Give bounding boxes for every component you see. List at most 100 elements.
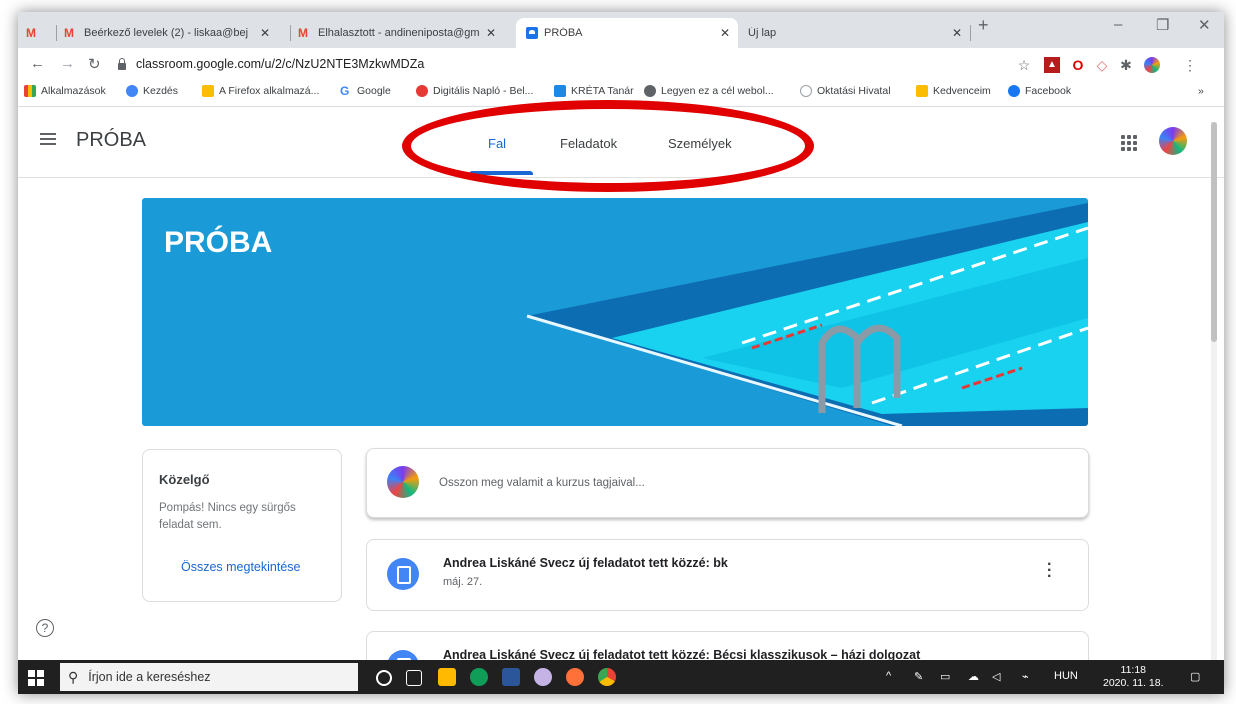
kreta-icon — [554, 85, 566, 97]
bookmark-label: Google — [357, 85, 391, 97]
forward-icon[interactable]: → — [60, 55, 75, 72]
task-view-icon[interactable] — [406, 670, 422, 686]
bookmark-oktatasi-hivatal[interactable]: Oktatási Hivatal — [800, 85, 891, 97]
tab-title: Új lap — [748, 27, 777, 39]
file-explorer-icon[interactable] — [438, 668, 456, 686]
back-icon[interactable]: ← — [30, 55, 45, 72]
bookmark-google[interactable]: G Google — [340, 85, 391, 97]
word-icon[interactable] — [502, 668, 520, 686]
share-placeholder: Osszon meg valamit a kurzus tagjaival... — [439, 477, 645, 489]
taskbar-search[interactable]: ⚲ Írjon ide a kereséshez — [60, 663, 358, 691]
close-icon[interactable]: ✕ — [260, 26, 270, 40]
tab-classroom[interactable]: PRÓBA ✕ — [516, 18, 738, 48]
windows-taskbar: ⚲ Írjon ide a kereséshez ^ ✎ ▭ ☁ ◁ ⌁ HUN… — [18, 660, 1224, 694]
google-icon: G — [340, 84, 350, 98]
chrome-taskbar-icon[interactable] — [598, 668, 616, 686]
facebook-icon — [1008, 85, 1020, 97]
bookmark-kezdes[interactable]: Kezdés — [126, 85, 178, 97]
gmail-icon: M — [64, 25, 74, 40]
user-avatar — [387, 466, 419, 498]
bookmark-naplo[interactable]: Digitális Napló - Bel... — [416, 85, 533, 97]
page-scrollbar[interactable] — [1211, 122, 1217, 682]
help-icon[interactable]: ? — [36, 619, 54, 637]
pdf-extension-icon[interactable]: ▲ — [1044, 57, 1060, 73]
address-bar[interactable]: classroom.google.com/u/2/c/NzU2NTE3MzkwM… — [118, 52, 1008, 76]
tray-chevron-icon[interactable]: ^ — [886, 670, 891, 682]
class-title[interactable]: PRÓBA — [76, 129, 146, 152]
upcoming-card: Közelgő Pompás! Nincs egy sürgős feladat… — [142, 449, 342, 602]
bookmark-facebook[interactable]: Facebook — [1008, 85, 1071, 97]
classroom-icon — [526, 27, 538, 39]
clock-date: 2020. 11. 18. — [1103, 677, 1164, 689]
bookmark-label: Kezdés — [143, 85, 179, 97]
tab-gmail-pinned[interactable]: M — [26, 18, 48, 48]
opera-extension-icon[interactable]: O — [1070, 57, 1086, 73]
assignment-icon — [387, 558, 419, 590]
close-icon[interactable]: ✕ — [486, 26, 496, 40]
pen-icon[interactable]: ✎ — [914, 670, 923, 683]
taskbar-clock[interactable]: 11:18 2020. 11. 18. — [1103, 664, 1164, 690]
firefox-icon[interactable] — [566, 668, 584, 686]
profile-avatar-icon[interactable] — [1144, 57, 1160, 73]
tab-inbox[interactable]: M Beérkező levelek (2) - liskaa@bej ✕ — [64, 18, 286, 48]
cast-extension-icon[interactable]: ◇ — [1094, 57, 1110, 73]
bookmark-label: Alkalmazások — [41, 85, 106, 97]
chrome-icon — [126, 85, 138, 97]
bookmark-kedvenceim[interactable]: Kedvenceim — [916, 85, 991, 97]
close-icon[interactable]: ✕ — [952, 26, 962, 40]
post-title[interactable]: Andrea Liskáné Svecz új feladatot tett k… — [443, 556, 728, 570]
gmail-icon: M — [298, 25, 308, 40]
network-icon[interactable]: ⌁ — [1022, 670, 1029, 683]
notification-icon[interactable]: ▢ — [1190, 670, 1200, 683]
bookmark-label: Legyen ez a cél webol... — [661, 85, 774, 97]
bookmark-label: Digitális Napló - Bel... — [433, 85, 534, 97]
search-icon: ⚲ — [68, 668, 79, 685]
restore-icon[interactable]: ❐ — [1156, 16, 1169, 34]
share-box[interactable]: Osszon meg valamit a kurzus tagjaival... — [366, 448, 1089, 518]
tab-snoozed[interactable]: M Elhalasztott - andineniposta@gm ✕ — [298, 18, 510, 48]
banner-title: PRÓBA — [164, 226, 273, 259]
volume-icon[interactable]: ◁ — [992, 670, 1000, 683]
tab-separator — [970, 25, 971, 41]
new-tab-button[interactable]: + — [978, 15, 989, 36]
folder-icon — [916, 85, 928, 97]
bookmark-label: Oktatási Hivatal — [817, 85, 891, 97]
tab-new[interactable]: Új lap ✕ — [748, 18, 970, 48]
battery-icon[interactable]: ▭ — [940, 670, 950, 683]
google-apps-icon[interactable] — [1121, 135, 1137, 151]
paint-icon[interactable] — [534, 668, 552, 686]
account-avatar[interactable] — [1159, 127, 1187, 155]
reload-icon[interactable]: ↻ — [88, 55, 101, 73]
globe-icon — [800, 85, 812, 97]
star-icon[interactable]: ☆ — [1016, 57, 1032, 73]
minimize-icon[interactable]: – — [1114, 16, 1122, 33]
bookmark-label: A Firefox alkalmazá... — [219, 85, 320, 97]
edge-icon[interactable] — [470, 668, 488, 686]
close-window-icon[interactable]: ✕ — [1198, 16, 1211, 34]
bookmark-apps[interactable]: Alkalmazások — [24, 85, 106, 97]
naplo-icon — [416, 85, 428, 97]
hamburger-menu-icon[interactable] — [40, 133, 56, 145]
onedrive-icon[interactable]: ☁ — [968, 670, 979, 683]
bookmark-firefox[interactable]: A Firefox alkalmazá... — [202, 85, 319, 97]
stream-post[interactable]: Andrea Liskáné Svecz új feladatot tett k… — [366, 539, 1089, 611]
language-indicator[interactable]: HUN — [1054, 670, 1078, 682]
cortana-icon[interactable] — [376, 670, 392, 686]
bookmark-weboldal[interactable]: Legyen ez a cél webol... — [644, 85, 774, 97]
extensions-puzzle-icon[interactable]: ✱ — [1118, 57, 1134, 73]
view-all-link[interactable]: Összes megtekintése — [181, 560, 301, 574]
more-vert-icon[interactable]: · · · — [1047, 557, 1052, 585]
tab-title: Beérkező levelek (2) - liskaa@bej — [84, 27, 249, 39]
scrollbar-thumb[interactable] — [1211, 122, 1217, 342]
bookmark-kreta[interactable]: KRÉTA Tanár — [554, 85, 634, 97]
browser-menu-icon[interactable]: ⋮ — [1182, 57, 1198, 73]
upcoming-body: Pompás! Nincs egy sürgős feladat sem. — [159, 502, 296, 531]
windows-start-icon[interactable] — [28, 670, 44, 686]
bookmark-label: Kedvenceim — [933, 85, 991, 97]
bookmarks-overflow-button[interactable]: » — [1198, 85, 1204, 97]
tab-strip: M M Beérkező levelek (2) - liskaa@bej ✕ … — [18, 12, 1224, 48]
gmail-icon: M — [26, 25, 36, 40]
close-icon[interactable]: ✕ — [720, 26, 730, 40]
apps-grid-icon — [24, 85, 36, 97]
pool-illustration — [526, 203, 1088, 426]
